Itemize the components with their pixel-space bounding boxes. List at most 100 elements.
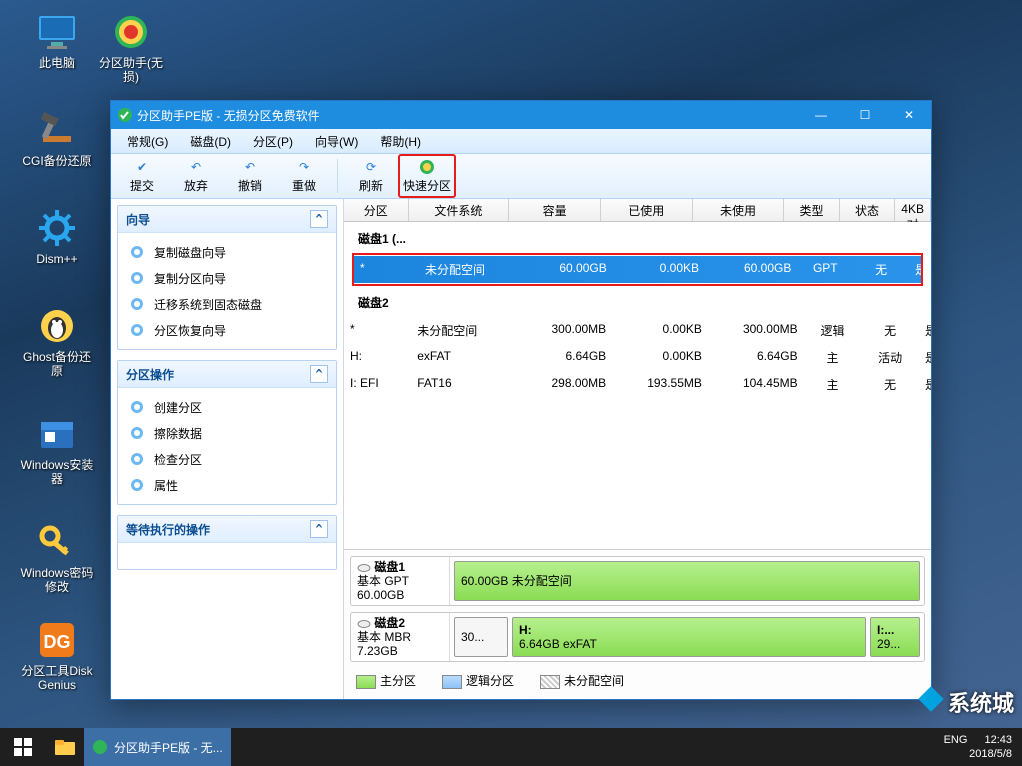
collapse-icon[interactable]: ^ (310, 365, 328, 383)
close-button[interactable]: ✕ (887, 101, 931, 129)
titlebar[interactable]: 分区助手PE版 - 无损分区免费软件 — ☐ ✕ (111, 101, 931, 129)
cell-used: 193.55MB (612, 374, 708, 395)
column-header[interactable]: 未使用 (693, 199, 785, 221)
disk-title[interactable]: 磁盘1 (... (344, 222, 931, 253)
partition-row[interactable]: *未分配空间60.00GB0.00KB60.00GBGPT无是 (354, 256, 921, 283)
cell-type: 主 (804, 347, 862, 368)
cell-state: 无 (861, 320, 919, 341)
start-button[interactable] (0, 728, 46, 766)
action-item[interactable]: 复制分区向导 (122, 265, 332, 291)
collapse-icon[interactable]: ^ (310, 210, 328, 228)
toolbar-label: 重做 (292, 177, 316, 194)
desktop-icon-key[interactable]: Windows密码修改 (18, 520, 96, 594)
maximize-button[interactable]: ☐ (843, 101, 887, 129)
cell-fs: FAT16 (411, 374, 516, 395)
toolbar-提交[interactable]: ✔提交 (115, 156, 169, 196)
desktop-icon-box[interactable]: Windows安装器 (18, 412, 96, 486)
penguin-icon (35, 304, 79, 348)
disk-map-bar[interactable]: H:6.64GB exFAT (512, 617, 866, 657)
minimize-button[interactable]: — (799, 101, 843, 129)
partition-grid[interactable]: 磁盘1 (... *未分配空间60.00GB0.00KB60.00GBGPT无是磁… (344, 222, 931, 549)
column-header[interactable]: 文件系统 (409, 199, 510, 221)
legend-primary: 主分区 (380, 674, 416, 688)
disk-map-bar[interactable]: 60.00GB 未分配空间 (454, 561, 920, 601)
disk-map-bar[interactable]: I:...29... (870, 617, 920, 657)
action-item[interactable]: 检查分区 (122, 446, 332, 472)
toolbar-撤销[interactable]: ↶撤销 (223, 156, 277, 196)
toolbar-放弃[interactable]: ↶放弃 (169, 156, 223, 196)
action-item[interactable]: 复制磁盘向导 (122, 239, 332, 265)
cell-part: I: EFI (344, 374, 411, 395)
app-window: 分区助手PE版 - 无损分区免费软件 — ☐ ✕ 常规(G)磁盘(D)分区(P)… (110, 100, 932, 700)
desktop-icon-pc[interactable]: 此电脑 (18, 10, 96, 70)
desktop-icon-globe[interactable]: 分区助手(无损) (92, 10, 170, 84)
disk-title[interactable]: 磁盘2 (344, 286, 931, 317)
toolbar-快速分区[interactable]: 快速分区 (398, 154, 456, 198)
action-item[interactable]: 分区恢复向导 (122, 317, 332, 343)
cell-part: * (344, 320, 411, 341)
group-header[interactable]: 分区操作 ^ (118, 361, 336, 388)
disk-map-bar[interactable]: 30... (454, 617, 508, 657)
column-header[interactable]: 分区 (344, 199, 409, 221)
toolbar: ✔提交↶放弃↶撤销↷重做 ⟳刷新快速分区 (111, 154, 931, 199)
menu-item[interactable]: 帮助(H) (370, 131, 431, 152)
desktop-icon-gear[interactable]: Dism++ (18, 206, 96, 266)
toolbar-label: 撤销 (238, 177, 262, 194)
cell-state: 活动 (861, 347, 919, 368)
action-icon (128, 269, 146, 287)
column-header[interactable]: 4KB对齐 (895, 199, 931, 221)
taskbar-clock[interactable]: ENG 12:43 2018/5/8 (934, 731, 1022, 763)
toolbar-刷新[interactable]: ⟳刷新 (344, 156, 398, 196)
desktop-icon-hammer[interactable]: CGI备份还原 (18, 108, 96, 168)
action-item[interactable]: 擦除数据 (122, 420, 332, 446)
cell-unused: 300.00MB (708, 320, 804, 341)
action-item[interactable]: 迁移系统到固态磁盘 (122, 291, 332, 317)
action-label: 分区恢复向导 (154, 322, 226, 339)
disk-map-row[interactable]: 磁盘1基本 GPT60.00GB60.00GB 未分配空间 (350, 556, 925, 606)
partition-row[interactable]: I: EFIFAT16298.00MB193.55MB104.45MB主无是 (344, 371, 931, 398)
clock-time: 12:43 (984, 734, 1012, 746)
action-icon (128, 424, 146, 442)
cell-part: * (354, 259, 419, 280)
group-header[interactable]: 向导 ^ (118, 206, 336, 233)
disk-map-row[interactable]: 磁盘2基本 MBR7.23GB30...H:6.64GB exFATI:...2… (350, 612, 925, 662)
column-header[interactable]: 类型 (784, 199, 840, 221)
action-item[interactable]: 创建分区 (122, 394, 332, 420)
grid-header: 分区文件系统容量已使用未使用类型状态4KB对齐 (344, 199, 931, 222)
toolbar-重做[interactable]: ↷重做 (277, 156, 331, 196)
desktop-icon-penguin[interactable]: Ghost备份还原 (18, 304, 96, 378)
column-header[interactable]: 状态 (840, 199, 896, 221)
collapse-icon[interactable]: ^ (310, 520, 328, 538)
partition-row[interactable]: H:exFAT6.64GB0.00KB6.64GB主活动是 (344, 344, 931, 371)
group-header[interactable]: 等待执行的操作 ^ (118, 516, 336, 543)
column-header[interactable]: 已使用 (601, 199, 693, 221)
group-pending: 等待执行的操作 ^ (117, 515, 337, 570)
menu-item[interactable]: 向导(W) (305, 131, 368, 152)
cell-part: H: (344, 347, 411, 368)
left-panel: 向导 ^ 复制磁盘向导复制分区向导迁移系统到固态磁盘分区恢复向导 分区操作 ^ … (111, 199, 344, 699)
group-title: 等待执行的操作 (126, 521, 210, 538)
taskbar-app[interactable]: 分区助手PE版 - 无... (84, 728, 231, 766)
cell-state: 无 (853, 259, 909, 280)
taskbar-explorer[interactable] (46, 728, 84, 766)
selected-row-highlight: *未分配空间60.00GB0.00KB60.00GBGPT无是 (352, 253, 923, 286)
desktop-icon-dg[interactable]: DG分区工具DiskGenius (18, 618, 96, 692)
desktop-icon-label: Dism++ (18, 252, 96, 266)
window-title: 分区助手PE版 - 无损分区免费软件 (137, 107, 320, 124)
box-icon (35, 412, 79, 456)
menu-item[interactable]: 分区(P) (243, 131, 303, 152)
column-header[interactable]: 容量 (509, 199, 601, 221)
group-wizards: 向导 ^ 复制磁盘向导复制分区向导迁移系统到固态磁盘分区恢复向导 (117, 205, 337, 350)
partition-row[interactable]: *未分配空间300.00MB0.00KB300.00MB逻辑无是 (344, 317, 931, 344)
action-item[interactable]: 属性 (122, 472, 332, 498)
cell-fs: exFAT (411, 347, 516, 368)
desktop-icon-label: 此电脑 (18, 56, 96, 70)
menu-item[interactable]: 磁盘(D) (180, 131, 241, 152)
group-title: 分区操作 (126, 366, 174, 383)
action-icon (128, 243, 146, 261)
menu-item[interactable]: 常规(G) (117, 131, 178, 152)
ime-indicator: ENG (944, 734, 968, 746)
globe-icon (109, 10, 153, 54)
disk-map-info: 磁盘2基本 MBR7.23GB (351, 613, 450, 661)
cell-cap: 300.00MB (516, 320, 612, 341)
